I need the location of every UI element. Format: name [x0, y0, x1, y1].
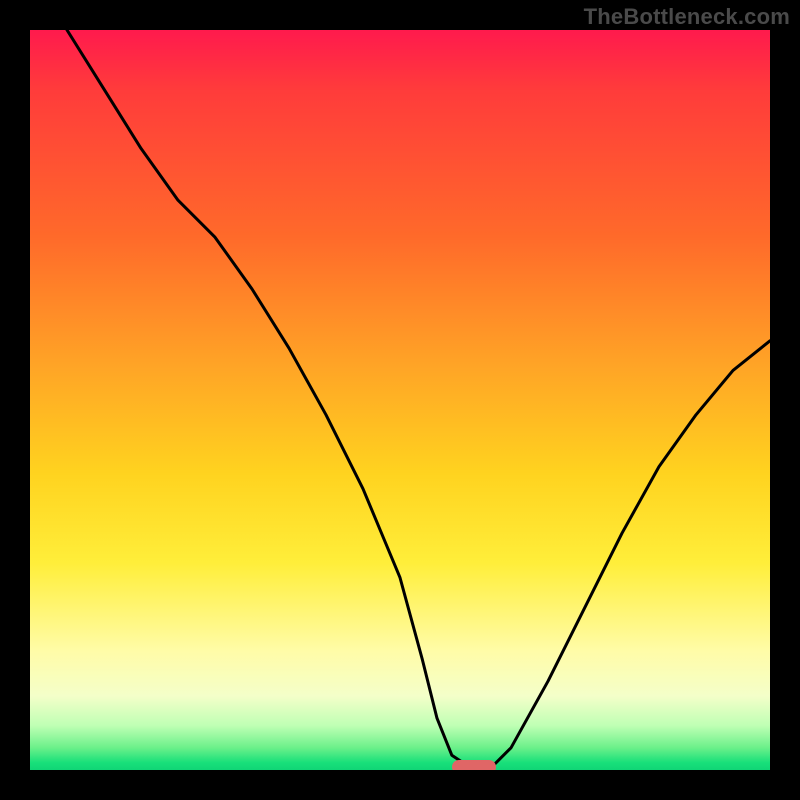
- optimal-marker: [452, 760, 496, 770]
- chart-frame: TheBottleneck.com: [0, 0, 800, 800]
- bottleneck-curve: [67, 30, 770, 770]
- plot-area: [30, 30, 770, 770]
- curve-svg: [30, 30, 770, 770]
- watermark-text: TheBottleneck.com: [584, 4, 790, 30]
